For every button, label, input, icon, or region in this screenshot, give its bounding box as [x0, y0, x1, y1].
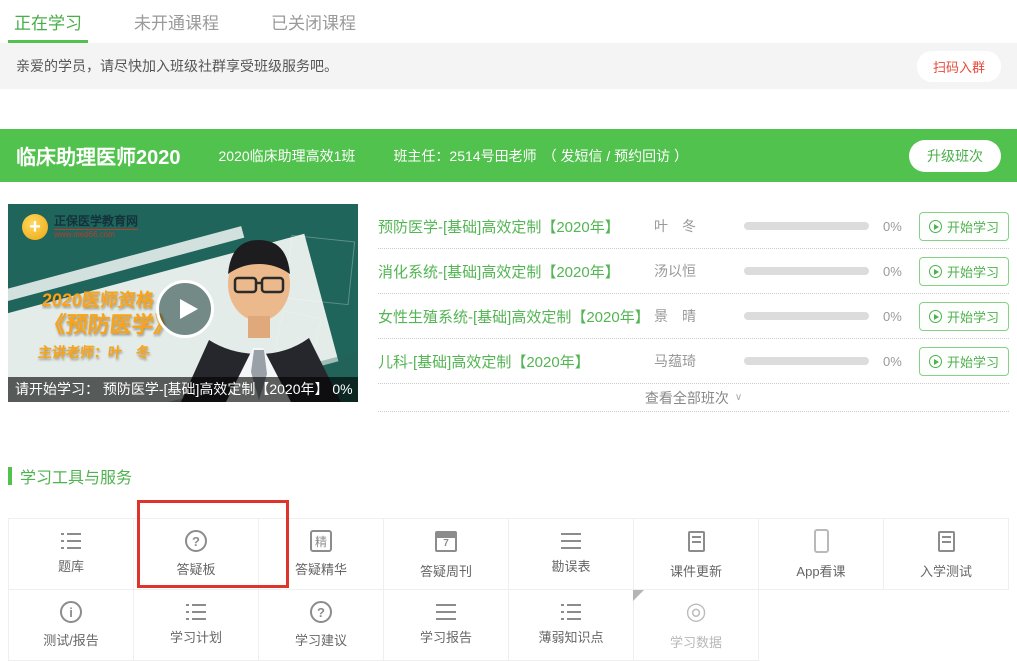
tool-courseware-update[interactable]: 课件更新 — [633, 518, 759, 590]
course-title-link[interactable]: 女性生殖系统-[基础]高效定制【2020年】 — [378, 306, 654, 327]
section-accent-bar — [8, 467, 12, 485]
brand-circle-icon — [22, 214, 48, 240]
tools-row-2: i 测试/报告 学习计划 ? 学习建议 学习报告 薄弱知识点 ◎ 学习数据 — [8, 590, 1009, 661]
tool-qa-weekly[interactable]: 7 答疑周刊 — [383, 518, 509, 590]
progress-percent: 0% — [883, 309, 919, 324]
class-advisor: 班主任：2514号田老师 — [393, 146, 536, 166]
play-button-icon[interactable] — [156, 280, 214, 338]
question-circle-icon: ? — [310, 601, 332, 623]
course-row: 预防医学-[基础]高效定制【2020年】 叶 冬 0% 开始学习 — [378, 204, 1009, 249]
course-list: 预防医学-[基础]高效定制【2020年】 叶 冬 0% 开始学习 消化系统-[基… — [378, 204, 1009, 412]
notice-text: 亲爱的学员，请尽快加入班级社群享受班级服务吧。 — [16, 56, 917, 76]
list-icon — [561, 604, 581, 620]
tool-study-advice[interactable]: ? 学习建议 — [258, 589, 384, 661]
video-teacher-line: 主讲老师：叶 冬 — [37, 342, 151, 362]
question-circle-icon: ? — [185, 530, 207, 552]
play-circle-icon — [929, 310, 942, 323]
course-title-link[interactable]: 儿科-[基础]高效定制【2020年】 — [378, 351, 654, 372]
start-learning-button[interactable]: 开始学习 — [919, 347, 1009, 376]
calendar-icon: 7 — [435, 531, 457, 552]
class-name: 2020临床助理高效1班 — [219, 146, 356, 166]
class-title: 临床助理医师2020 — [16, 141, 181, 170]
video-caption: 请开始学习： 预防医学-[基础]高效定制【2020年】 0% — [8, 377, 358, 402]
progress-bar — [744, 357, 869, 365]
course-teacher: 叶 冬 — [654, 216, 738, 236]
play-circle-icon — [929, 220, 942, 233]
list-icon — [186, 604, 206, 620]
list-icon — [61, 533, 81, 549]
main-content: 正保医学教育网 www.med66.com 2020医师资格 《预防医学》 主讲… — [8, 204, 1009, 412]
corner-fold-icon — [633, 590, 644, 601]
tab-learning[interactable]: 正在学习 — [14, 0, 82, 43]
course-title-link[interactable]: 预防医学-[基础]高效定制【2020年】 — [378, 216, 654, 237]
class-header: 临床助理医师2020 2020临床助理高效1班 班主任：2514号田老师 （ 发… — [0, 129, 1017, 182]
progress-bar — [744, 222, 869, 230]
section-title: 学习工具与服务 — [20, 464, 132, 488]
tool-study-report[interactable]: 学习报告 — [383, 589, 509, 661]
tool-qa-essence[interactable]: 精 答疑精华 — [258, 518, 384, 590]
tools-section-header: 学习工具与服务 — [8, 464, 1009, 488]
tool-study-data[interactable]: ◎ 学习数据 — [633, 589, 759, 661]
info-circle-icon: i — [60, 601, 82, 623]
course-row: 女性生殖系统-[基础]高效定制【2020年】 景 晴 0% 开始学习 — [378, 294, 1009, 339]
progress-percent: 0% — [883, 264, 919, 279]
course-teacher: 汤以恒 — [654, 261, 738, 281]
progress-bar — [744, 312, 869, 320]
course-video-thumbnail[interactable]: 正保医学教育网 www.med66.com 2020医师资格 《预防医学》 主讲… — [8, 204, 358, 402]
tool-question-bank[interactable]: 题库 — [8, 518, 134, 590]
tab-closed[interactable]: 已关闭课程 — [271, 0, 356, 43]
brand-site: www.med66.com — [54, 230, 138, 240]
play-circle-icon — [929, 355, 942, 368]
tool-weak-points[interactable]: 薄弱知识点 — [508, 589, 634, 661]
tools-row-1: 题库 ? 答疑板 精 答疑精华 7 答疑周刊 勘误表 课件更新 App看课 入学… — [8, 518, 1009, 590]
course-status-tabs: 正在学习 未开通课程 已关闭课程 — [0, 0, 1017, 43]
phone-icon — [814, 529, 829, 553]
notice-bar: 亲爱的学员，请尽快加入班级社群享受班级服务吧。 扫码入群 — [0, 43, 1017, 89]
brand-logo: 正保医学教育网 www.med66.com — [22, 214, 138, 240]
target-icon: ◎ — [686, 599, 707, 625]
chevron-down-icon: ∨ — [735, 392, 742, 403]
progress-percent: 0% — [883, 219, 919, 234]
progress-bar — [744, 267, 869, 275]
lines-icon — [436, 604, 456, 620]
advisor-contact-links[interactable]: （ 发短信 / 预约回访 ） — [543, 146, 688, 166]
progress-percent: 0% — [883, 354, 919, 369]
tool-errata[interactable]: 勘误表 — [508, 518, 634, 590]
play-circle-icon — [929, 265, 942, 278]
course-teacher: 景 晴 — [654, 306, 738, 326]
document-icon — [938, 531, 955, 552]
tool-app-viewing[interactable]: App看课 — [758, 518, 884, 590]
start-learning-button[interactable]: 开始学习 — [919, 302, 1009, 331]
course-teacher: 马蕴琦 — [654, 351, 738, 371]
spacer — [0, 89, 1017, 129]
course-row: 消化系统-[基础]高效定制【2020年】 汤以恒 0% 开始学习 — [378, 249, 1009, 294]
start-learning-button[interactable]: 开始学习 — [919, 212, 1009, 241]
tool-test-report[interactable]: i 测试/报告 — [8, 589, 134, 661]
view-all-classes[interactable]: 查看全部班次 ∨ — [378, 384, 1009, 412]
tool-study-plan[interactable]: 学习计划 — [133, 589, 259, 661]
course-row: 儿科-[基础]高效定制【2020年】 马蕴琦 0% 开始学习 — [378, 339, 1009, 384]
lines-icon — [561, 533, 581, 549]
brand-name: 正保医学教育网 — [54, 215, 138, 230]
tab-not-opened[interactable]: 未开通课程 — [134, 0, 219, 43]
tool-entrance-test[interactable]: 入学测试 — [883, 518, 1009, 590]
document-icon — [688, 531, 705, 552]
essence-badge-icon: 精 — [310, 530, 332, 552]
tool-qa-board[interactable]: ? 答疑板 — [133, 518, 259, 590]
start-learning-button[interactable]: 开始学习 — [919, 257, 1009, 286]
scan-qr-join-group-button[interactable]: 扫码入群 — [917, 51, 1001, 82]
course-title-link[interactable]: 消化系统-[基础]高效定制【2020年】 — [378, 261, 654, 282]
tools-grid: 题库 ? 答疑板 精 答疑精华 7 答疑周刊 勘误表 课件更新 App看课 入学… — [8, 518, 1009, 661]
upgrade-class-button[interactable]: 升级班次 — [909, 140, 1001, 172]
